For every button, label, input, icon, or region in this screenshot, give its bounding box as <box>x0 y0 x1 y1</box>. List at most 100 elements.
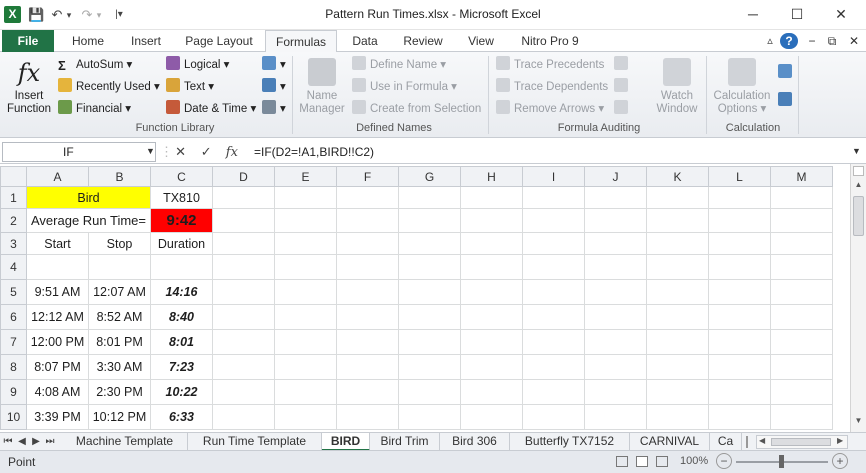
more-functions-button[interactable]: ▾ <box>262 100 286 118</box>
cell[interactable] <box>398 329 461 355</box>
column-header-g[interactable]: G <box>398 166 461 187</box>
cell[interactable] <box>212 379 275 405</box>
column-header-k[interactable]: K <box>646 166 709 187</box>
date-time-button[interactable]: Date & Time ▾ <box>166 100 256 118</box>
vertical-scrollbar[interactable]: ▲ ▼ <box>850 164 866 432</box>
formula-input[interactable]: =IF(D2=!A1,BIRD!!C2) <box>248 142 848 162</box>
tab-insert[interactable]: Insert <box>120 30 172 52</box>
cell[interactable] <box>336 232 399 255</box>
cell[interactable] <box>274 304 337 330</box>
cell[interactable] <box>770 186 833 209</box>
cell[interactable] <box>584 232 647 255</box>
sheet-tab-ca[interactable]: Ca <box>710 433 742 451</box>
cell[interactable] <box>770 404 833 430</box>
h-scroll-thumb[interactable] <box>771 438 831 446</box>
cell[interactable] <box>708 254 771 280</box>
cell-c7[interactable]: 8:01 <box>150 329 213 355</box>
cell[interactable] <box>274 208 337 233</box>
math-trig-button[interactable]: ▾ <box>262 78 286 96</box>
cell[interactable] <box>770 329 833 355</box>
cell-b10[interactable]: 10:12 PM <box>88 404 151 430</box>
cell-b3[interactable]: Stop <box>88 232 151 255</box>
column-header-c[interactable]: C <box>150 166 213 187</box>
next-sheet-icon[interactable]: ▶ <box>30 435 42 449</box>
cell[interactable] <box>708 232 771 255</box>
cell[interactable] <box>398 279 461 305</box>
cell[interactable] <box>460 254 523 280</box>
cell[interactable] <box>274 354 337 380</box>
last-sheet-icon[interactable]: ⏭ <box>44 435 56 449</box>
cell[interactable] <box>522 404 585 430</box>
name-box-dropdown-icon[interactable]: ▼ <box>146 146 155 156</box>
cell[interactable] <box>398 208 461 233</box>
cell[interactable] <box>522 232 585 255</box>
cell[interactable] <box>584 186 647 209</box>
cell[interactable] <box>398 304 461 330</box>
close-button[interactable]: ✕ <box>826 4 856 24</box>
cell[interactable] <box>770 379 833 405</box>
file-tab[interactable]: File <box>2 30 54 52</box>
cell[interactable] <box>26 254 89 280</box>
cell[interactable] <box>336 329 399 355</box>
column-header-i[interactable]: I <box>522 166 585 187</box>
cell-a7[interactable]: 12:00 PM <box>26 329 89 355</box>
cell[interactable] <box>646 379 709 405</box>
row-header[interactable]: 4 <box>0 254 27 280</box>
normal-view-icon[interactable] <box>616 456 628 467</box>
cell[interactable] <box>646 329 709 355</box>
cell-c2-average-value[interactable]: 9:42 <box>150 208 213 233</box>
cell[interactable] <box>584 404 647 430</box>
maximize-button[interactable]: ☐ <box>782 4 812 24</box>
scroll-thumb[interactable] <box>853 196 864 236</box>
column-header-h[interactable]: H <box>460 166 523 187</box>
cell[interactable] <box>708 354 771 380</box>
row-header[interactable]: 1 <box>0 186 27 209</box>
cell[interactable] <box>522 279 585 305</box>
zoom-out-button[interactable]: − <box>716 453 732 469</box>
cell[interactable] <box>212 232 275 255</box>
name-box[interactable]: IF <box>2 142 156 162</box>
expand-formula-bar-icon[interactable]: ▼ <box>852 146 861 156</box>
cell[interactable] <box>770 254 833 280</box>
cell[interactable] <box>274 379 337 405</box>
cell[interactable] <box>274 404 337 430</box>
column-header-a[interactable]: A <box>26 166 89 187</box>
cell[interactable] <box>398 354 461 380</box>
cell[interactable] <box>460 208 523 233</box>
cell-c10[interactable]: 6:33 <box>150 404 213 430</box>
cell[interactable] <box>274 329 337 355</box>
cell[interactable] <box>274 254 337 280</box>
cell[interactable] <box>522 379 585 405</box>
cell[interactable] <box>708 379 771 405</box>
help-icon[interactable]: ? <box>780 33 798 49</box>
define-name-button[interactable]: Define Name ▾ <box>352 56 446 74</box>
cell[interactable] <box>336 379 399 405</box>
cell[interactable] <box>522 304 585 330</box>
tab-page-layout[interactable]: Page Layout <box>178 30 260 52</box>
cell[interactable] <box>336 304 399 330</box>
cell[interactable] <box>212 354 275 380</box>
cell[interactable] <box>522 254 585 280</box>
zoom-slider-thumb[interactable] <box>779 455 784 468</box>
tab-data[interactable]: Data <box>340 30 390 52</box>
first-sheet-icon[interactable]: ⏮ <box>2 435 14 449</box>
horizontal-scrollbar[interactable]: ◀ ▶ <box>756 435 848 449</box>
trace-precedents-button[interactable]: Trace Precedents <box>496 56 604 74</box>
cell[interactable] <box>398 254 461 280</box>
column-header-b[interactable]: B <box>88 166 151 187</box>
row-header[interactable]: 9 <box>0 379 27 405</box>
cell[interactable] <box>460 232 523 255</box>
lookup-reference-button[interactable]: ▾ <box>262 56 286 74</box>
page-layout-view-icon[interactable] <box>636 456 648 467</box>
sheet-tab-butterfly[interactable]: Butterfly TX7152 <box>510 433 630 451</box>
cell[interactable] <box>212 208 275 233</box>
cell[interactable] <box>460 354 523 380</box>
enter-icon[interactable]: ✓ <box>195 142 217 162</box>
sheet-tab-bird[interactable]: BIRD <box>322 433 370 451</box>
cell-a9[interactable]: 4:08 AM <box>26 379 89 405</box>
remove-arrows-button[interactable]: Remove Arrows ▾ <box>496 100 604 118</box>
cell-c6[interactable]: 8:40 <box>150 304 213 330</box>
insert-function-icon[interactable]: fx <box>221 143 243 163</box>
cell[interactable] <box>274 232 337 255</box>
cell[interactable] <box>522 186 585 209</box>
